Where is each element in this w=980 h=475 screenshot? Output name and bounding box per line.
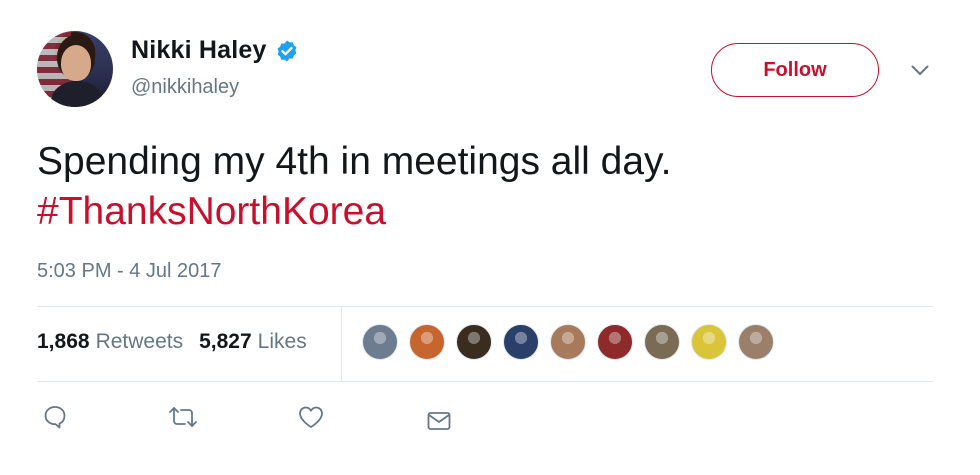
liker-avatar[interactable] (644, 324, 680, 360)
liker-avatar[interactable] (503, 324, 539, 360)
tweet-text: Spending my 4th in meetings all day. #Th… (37, 137, 937, 237)
direct-message-icon[interactable] (424, 406, 454, 436)
likes-count: 5,827 (199, 330, 252, 353)
likes-label: Likes (257, 330, 307, 353)
liker-avatar[interactable] (409, 324, 445, 360)
divider-bottom (37, 381, 933, 382)
tweet-body: Spending my 4th in meetings all day. (37, 140, 672, 183)
like-icon[interactable] (296, 402, 326, 432)
user-handle[interactable]: @nikkihaley (131, 76, 239, 99)
hashtag-link[interactable]: #ThanksNorthKorea (37, 187, 937, 237)
retweet-icon[interactable] (168, 402, 198, 432)
tweet-card: Nikki Haley @nikkihaley Follow Spending … (0, 0, 980, 475)
avatar-face (61, 45, 91, 81)
liker-avatar[interactable] (597, 324, 633, 360)
verified-badge-icon (277, 40, 297, 61)
name-row: Nikki Haley (131, 36, 299, 65)
retweets-count: 1,868 (37, 330, 90, 353)
liker-avatars (362, 324, 785, 360)
tweet-stats: 1,868 Retweets 5,827 Likes (37, 330, 307, 354)
chevron-down-icon[interactable] (907, 60, 933, 80)
liker-avatar[interactable] (362, 324, 398, 360)
likes-stat[interactable]: 5,827 Likes (199, 330, 307, 354)
retweets-stat[interactable]: 1,868 Retweets (37, 330, 183, 354)
liker-avatar[interactable] (550, 324, 586, 360)
retweets-label: Retweets (95, 330, 184, 353)
divider-top (37, 306, 933, 307)
liker-avatar[interactable] (456, 324, 492, 360)
profile-avatar[interactable] (37, 31, 113, 107)
display-name[interactable]: Nikki Haley (131, 36, 267, 65)
liker-avatar[interactable] (738, 324, 774, 360)
reply-icon[interactable] (40, 402, 70, 432)
tweet-timestamp[interactable]: 5:03 PM - 4 Jul 2017 (37, 260, 222, 283)
liker-avatar[interactable] (691, 324, 727, 360)
follow-button[interactable]: Follow (711, 43, 879, 97)
stats-separator (341, 307, 342, 381)
